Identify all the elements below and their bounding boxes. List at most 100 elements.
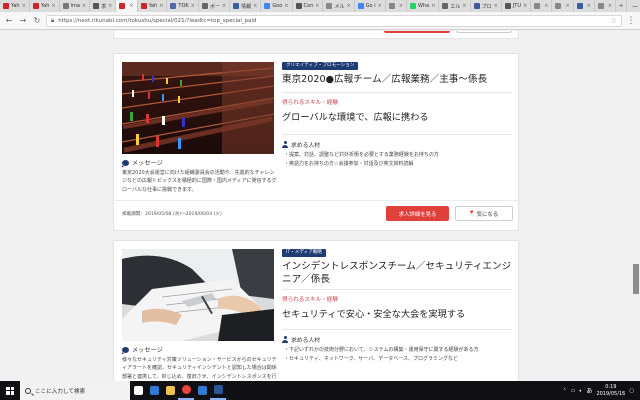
browser-tab[interactable]: Wha × [407,0,440,12]
windows-logo-icon [6,386,14,395]
new-tab-button[interactable]: + [616,0,628,12]
back-button[interactable]: ← [4,16,14,26]
chrome-taskbar-button[interactable] [178,381,194,400]
divider [282,329,512,330]
tab-close-icon[interactable]: × [159,3,163,9]
skill-label: 得られるスキル・経験 [282,100,338,106]
url-field[interactable]: 🔒︎ https://next.rikunabi.com/tokushu/spe… [46,14,622,27]
scrollbar-thumb[interactable] [633,264,639,294]
tab-close-icon[interactable]: × [608,3,612,9]
tab-close-icon[interactable]: × [462,3,466,9]
page-scrollbar[interactable] [632,31,640,381]
tab-close-icon[interactable]: × [544,3,548,9]
explorer-icon [165,386,175,395]
mail-taskbar-button[interactable] [194,381,210,400]
tab-close-icon[interactable]: × [378,3,382,9]
browser-tab[interactable]: Con × [293,0,324,12]
tab-favicon-icon [201,3,208,9]
browser-tab[interactable]: × [531,0,553,12]
browser-tab[interactable]: JTU × [502,0,532,12]
forward-button[interactable]: → [18,16,28,26]
divider [282,92,512,93]
tab-close-icon[interactable]: × [284,3,288,9]
list-item: セキュリティ、ネットワーク、サーバ、データベース、プログラミングなど [284,355,514,364]
tab-close-icon[interactable]: × [587,3,591,9]
tab-close-icon[interactable]: × [399,3,403,9]
browser-tab[interactable]: TOK × [167,0,199,12]
browser-tab[interactable]: × [386,0,407,12]
browser-menu-icon[interactable]: ⋮ [626,16,636,26]
browser-tab[interactable]: エル × [439,0,471,12]
browser-tab[interactable]: Yah × [30,0,60,12]
browser-tab[interactable]: × [552,0,574,12]
job-title[interactable]: 東京2020●広報チーム／広報業務／主事〜係長 [282,73,514,86]
tab-favicon-icon [473,3,480,9]
browser-tab[interactable]: × [574,0,595,12]
word-taskbar-button[interactable] [210,381,226,400]
tab-close-icon[interactable]: × [22,3,26,9]
bookmark-star-icon[interactable]: ☆ [611,17,617,25]
start-button[interactable] [0,381,20,400]
tab-close-icon[interactable]: × [494,3,498,9]
browser-tab[interactable]: Goo × [261,0,293,12]
task-view-taskbar-button[interactable] [130,381,146,400]
browser-tab[interactable]: Go i × [355,0,386,12]
tab-close-icon[interactable]: × [565,3,569,9]
requirements-list: 提案、対話、調整など対外折衝を必要とする業務経験をお持ちの方 英語力をお持ちの方… [284,151,514,168]
tab-favicon-icon [62,3,69,9]
volume-icon[interactable]: 🔈︎ [579,388,582,394]
category-badge: IT・メディア戦略 [282,249,326,257]
reload-button[interactable]: ↻ [32,16,42,26]
clock[interactable]: 0:19 2019/05/16 [596,384,625,398]
browser-tab[interactable]: ima × [60,0,91,12]
favorite-button[interactable]: ♥ 気になる [455,206,513,221]
browser-tab[interactable]: Yah × [138,0,168,12]
browser-tab[interactable]: 求 × [90,0,117,12]
browser-tab[interactable]: × [595,0,617,12]
view-details-button[interactable]: 求人詳細を見る [386,206,449,221]
previous-fav-button[interactable] [456,31,512,33]
edge-icon [149,386,159,395]
url-text: https://next.rikunabi.com/tokushu/specia… [58,17,257,24]
ime-indicator[interactable]: あ [586,386,592,395]
divider [114,200,518,201]
tab-favicon-icon [119,3,126,9]
browser-tab[interactable]: メル × [323,0,355,12]
tab-strip: Yah × Yah × ima × 求 × × Yah × TOK × ボー × 情報 × Goo × Con × メル ×… [0,0,640,12]
tab-close-icon[interactable]: × [523,3,527,9]
chevron-up-icon[interactable]: ⌃ [562,388,566,394]
tab-close-icon[interactable]: × [191,3,195,9]
skill-headline: グローバルな環境で、広報に携わる [282,112,429,123]
tab-favicon-icon [3,3,9,9]
speech-bubble-icon [122,159,129,167]
tab-label: ima [70,3,80,9]
browser-tab[interactable]: ボー × [199,0,231,12]
tab-close-icon[interactable]: × [253,3,257,9]
tab-close-icon[interactable]: × [315,3,319,9]
tab-close-icon[interactable]: × [129,3,133,9]
explorer-taskbar-button[interactable] [162,381,178,400]
tab-label: Wha [418,3,430,9]
job-image-business-meeting [122,249,274,341]
taskbar-search-box[interactable]: ここに入力して検索 [20,381,130,400]
tab-close-icon[interactable]: × [346,3,350,9]
previous-apply-button[interactable] [384,31,450,33]
tab-close-icon[interactable]: × [222,3,226,9]
tab-close-icon[interactable]: × [82,3,86,9]
notification-icon[interactable]: ▢ [629,388,634,394]
tab-favicon-icon [555,3,562,9]
browser-tab[interactable]: プロ × [471,0,502,12]
minimize-button[interactable]: — [627,0,640,12]
tab-close-icon[interactable]: × [108,3,112,9]
edge-taskbar-button[interactable] [146,381,162,400]
browser-tab[interactable]: 情報 × [230,0,262,12]
network-icon[interactable]: ▭ [571,388,576,394]
browser-tab[interactable]: Yah × [0,0,30,12]
tab-close-icon[interactable]: × [431,3,435,9]
page-content: クリエイティブ・プロモーション 東京2020●広報チーム／広報業務／主事〜係長 … [0,31,640,381]
job-title[interactable]: インシデントレスポンスチーム／セキュリティエンジニア／係長 [282,260,514,286]
message-text: 様々なセキュリティ対策ソリューション・サービスからのセキュリティアラートを確認、… [122,357,277,380]
browser-tab[interactable]: × [116,0,138,12]
tab-close-icon[interactable]: × [51,3,55,9]
person-icon [282,141,288,148]
